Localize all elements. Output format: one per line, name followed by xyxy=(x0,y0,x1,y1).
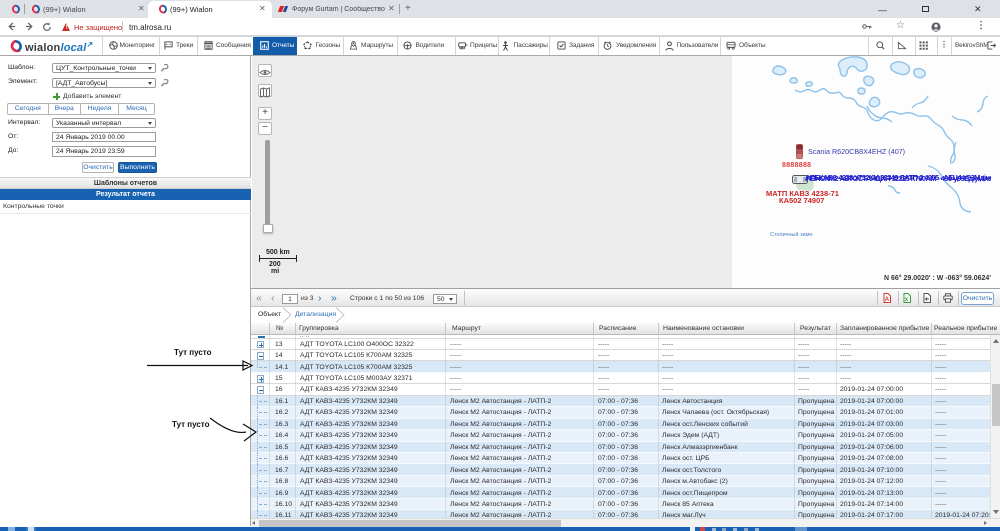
svg-text:A: A xyxy=(885,297,890,303)
svg-text:Тут пусто: Тут пусто xyxy=(172,420,210,429)
svg-text:Тут пусто: Тут пусто xyxy=(174,348,212,357)
